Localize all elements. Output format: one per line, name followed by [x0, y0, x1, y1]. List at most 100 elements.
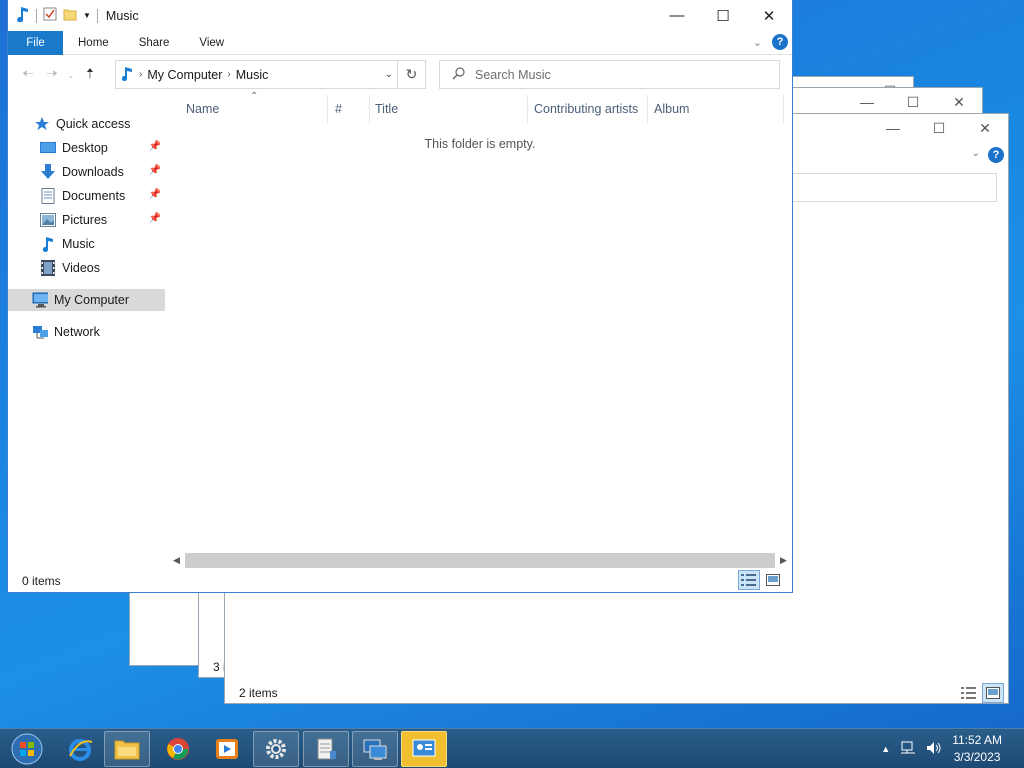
- sort-ascending-icon: ⌃: [250, 91, 259, 102]
- clock[interactable]: 11:52 AM 3/3/2023: [952, 732, 1002, 766]
- tab-file[interactable]: File: [8, 30, 63, 55]
- back-arrow-icon[interactable]: 🠠: [16, 63, 40, 87]
- pin-icon[interactable]: 📌: [149, 141, 161, 152]
- sidebar-item-my-computer[interactable]: My Computer: [8, 289, 165, 311]
- notepad-icon[interactable]: [303, 731, 349, 767]
- minimize-icon[interactable]: —: [844, 88, 890, 116]
- search-icon: [452, 66, 465, 83]
- scroll-left-icon[interactable]: ◀: [168, 552, 185, 569]
- show-hidden-icons-icon[interactable]: ▲: [881, 744, 890, 754]
- breadcrumb-my-computer[interactable]: My Computer: [147, 68, 222, 82]
- explorer-window-music[interactable]: ▼ Music — ☐ ✕ File Home Share View ⌄ ? 🠠…: [7, 0, 793, 593]
- sidebar-item-label: Music: [62, 237, 95, 251]
- close-icon[interactable]: ✕: [962, 114, 1008, 142]
- expand-ribbon-icon[interactable]: ⌄: [753, 36, 762, 49]
- settings-gear-icon[interactable]: [253, 731, 299, 767]
- taskbar: ▲ 11:52 AM 3/3/2023: [0, 728, 1024, 768]
- horizontal-scrollbar[interactable]: ◀ ▶: [168, 552, 792, 569]
- column-header-contributing-artists[interactable]: Contributing artists: [528, 95, 648, 123]
- sidebar-item-label: Pictures: [62, 213, 108, 227]
- desktop-icon: [40, 140, 56, 156]
- ribbon-tabs: File Home Share View ⌄ ?: [8, 30, 792, 55]
- properties-icon[interactable]: [43, 7, 57, 24]
- start-button[interactable]: [4, 731, 50, 767]
- breadcrumb-music[interactable]: Music: [236, 68, 269, 82]
- clock-date: 3/3/2023: [953, 750, 1001, 764]
- pin-icon[interactable]: 📌: [149, 165, 161, 176]
- film-icon: [40, 260, 56, 276]
- internet-explorer-icon[interactable]: [57, 731, 103, 767]
- pin-icon[interactable]: 📌: [149, 189, 161, 200]
- media-player-icon[interactable]: [204, 731, 250, 767]
- sidebar-item-documents[interactable]: Documents 📌: [8, 185, 165, 207]
- close-icon[interactable]: ✕: [936, 88, 982, 116]
- sidebar-item-network[interactable]: Network: [8, 321, 165, 343]
- file-explorer-taskbar-icon[interactable]: [104, 731, 150, 767]
- scroll-right-icon[interactable]: ▶: [775, 552, 792, 569]
- sidebar-item-label: Documents: [62, 189, 126, 203]
- sidebar-item-pictures[interactable]: Pictures 📌: [8, 209, 165, 231]
- sidebar-item-desktop[interactable]: Desktop 📌: [8, 137, 165, 159]
- maximize-icon[interactable]: ☐: [916, 114, 962, 142]
- sidebar-item-label: Quick access: [56, 117, 131, 131]
- sidebar-item-quick-access[interactable]: Quick access: [8, 113, 165, 135]
- chevron-right-icon[interactable]: ›: [139, 69, 142, 80]
- large-icons-view-icon[interactable]: [762, 570, 784, 590]
- chevron-down-icon[interactable]: ⌄: [972, 148, 980, 159]
- address-bar[interactable]: › My Computer › Music ⌄ ↻: [115, 60, 426, 89]
- tab-view[interactable]: View: [184, 31, 239, 55]
- help-icon[interactable]: ?: [988, 147, 1004, 163]
- up-arrow-icon[interactable]: 🠡: [78, 63, 102, 87]
- chrome-icon[interactable]: [155, 731, 201, 767]
- picture-icon: [40, 212, 56, 228]
- network-status-icon[interactable]: [900, 741, 916, 758]
- tab-share[interactable]: Share: [124, 31, 185, 55]
- minimize-icon[interactable]: —: [870, 114, 916, 142]
- chevron-down-icon[interactable]: ⌄: [385, 69, 393, 80]
- status-item-count: 0 items: [22, 574, 61, 588]
- sidebar-item-videos[interactable]: Videos: [8, 257, 165, 279]
- navigation-pane: Quick access Desktop 📌 Downloads 📌 Docum…: [8, 105, 165, 575]
- customize-toolbar-icon[interactable]: ▼: [83, 11, 91, 20]
- download-arrow-icon: [40, 164, 56, 180]
- title-bar[interactable]: ▼ Music — ☐ ✕: [8, 0, 792, 31]
- close-button[interactable]: ✕: [746, 0, 792, 31]
- remote-desktop-icon[interactable]: [352, 731, 398, 767]
- pin-icon[interactable]: 📌: [149, 213, 161, 224]
- details-view-icon[interactable]: [958, 683, 980, 703]
- sidebar-item-downloads[interactable]: Downloads 📌: [8, 161, 165, 183]
- chevron-right-icon[interactable]: ›: [227, 69, 230, 80]
- sidebar-item-label: Network: [54, 325, 100, 339]
- window-title: Music: [105, 8, 139, 23]
- column-header-album[interactable]: Album: [648, 95, 784, 123]
- recent-locations-icon[interactable]: ⌄: [64, 63, 78, 87]
- minimize-button[interactable]: —: [654, 0, 700, 31]
- search-input[interactable]: [475, 67, 755, 82]
- sidebar-item-label: Videos: [62, 261, 100, 275]
- scrollbar-thumb[interactable]: [185, 553, 775, 568]
- large-icons-view-icon[interactable]: [982, 683, 1004, 703]
- sidebar-item-label: Desktop: [62, 141, 108, 155]
- maximize-icon[interactable]: ☐: [890, 88, 936, 116]
- maximize-button[interactable]: ☐: [700, 0, 746, 31]
- tab-home[interactable]: Home: [63, 31, 124, 55]
- search-box[interactable]: [791, 173, 997, 202]
- column-header-name[interactable]: Name ⌃: [168, 91, 328, 123]
- new-folder-icon[interactable]: [63, 7, 77, 24]
- volume-icon[interactable]: [926, 741, 942, 758]
- column-header-title[interactable]: Title: [370, 95, 528, 123]
- music-note-icon: [16, 6, 30, 25]
- control-panel-icon[interactable]: [401, 731, 447, 767]
- search-box[interactable]: [439, 60, 780, 89]
- forward-arrow-icon[interactable]: 🠢: [40, 63, 64, 87]
- details-view-icon[interactable]: [738, 570, 760, 590]
- sidebar-item-music[interactable]: Music: [8, 233, 165, 255]
- column-header-number[interactable]: #: [328, 95, 370, 123]
- refresh-icon[interactable]: ↻: [397, 61, 425, 88]
- computer-icon: [32, 292, 48, 308]
- music-note-icon: [121, 66, 133, 84]
- file-list[interactable]: Name ⌃ # Title Contributing artists Albu…: [168, 91, 792, 575]
- quick-access-toolbar: ▼: [8, 0, 98, 31]
- music-note-icon: [40, 236, 56, 252]
- help-icon[interactable]: ?: [772, 34, 788, 50]
